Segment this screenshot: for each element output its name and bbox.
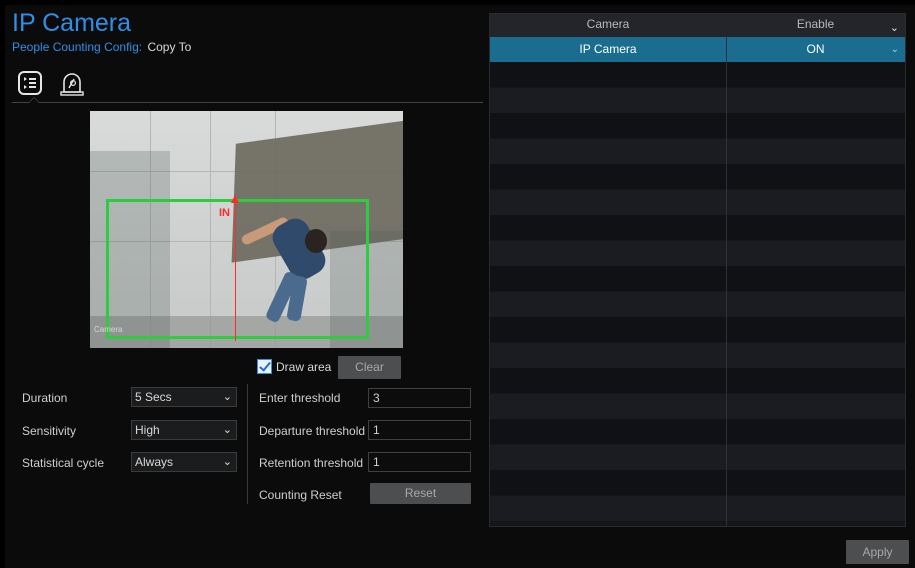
camera-table: Camera Enable ⌄ IP Camera ON ⌄	[489, 13, 906, 527]
empty-table-row	[490, 342, 905, 368]
row-enable-value: ON	[806, 42, 825, 56]
chevron-down-icon: ⌄	[222, 456, 232, 468]
direction-label: IN	[219, 207, 230, 219]
empty-table-row	[490, 266, 905, 291]
alarm-icon	[60, 73, 84, 96]
chevron-down-icon: ⌄	[889, 22, 899, 34]
counting-reset-label: Counting Reset	[259, 488, 342, 502]
list-config-icon	[18, 71, 42, 95]
empty-table-row	[490, 291, 905, 317]
settings-divider	[247, 384, 248, 504]
config-list-tab[interactable]	[17, 70, 43, 96]
chevron-down-icon: ⌄	[222, 424, 232, 436]
empty-table-row	[490, 113, 905, 138]
empty-table-row	[490, 138, 905, 164]
statistical-cycle-value: Always	[135, 455, 174, 469]
empty-table-row	[490, 317, 905, 342]
reset-button[interactable]: Reset	[370, 483, 471, 504]
column-divider	[726, 36, 727, 526]
page-subtitle: People Counting Config: Copy To	[12, 40, 191, 54]
sensitivity-label: Sensitivity	[22, 424, 77, 438]
empty-table-row	[490, 393, 905, 419]
detection-area[interactable]	[106, 199, 369, 339]
departure-threshold-label: Departure threshold	[259, 424, 366, 438]
empty-table-row	[490, 62, 905, 87]
sensitivity-select[interactable]: High ⌄	[131, 420, 237, 440]
chevron-down-icon: ⌄	[890, 44, 899, 55]
empty-table-row	[490, 444, 905, 470]
retention-threshold-input[interactable]: 1	[368, 452, 471, 472]
duration-value: 5 Secs	[135, 390, 172, 404]
empty-table-row	[490, 87, 905, 113]
empty-table-row	[490, 419, 905, 444]
empty-table-row	[490, 215, 905, 240]
page-title: IP Camera	[12, 9, 132, 37]
retention-threshold-label: Retention threshold	[259, 456, 364, 470]
chevron-down-icon: ⌄	[222, 391, 232, 403]
empty-table-row	[490, 495, 905, 521]
draw-area-label: Draw area	[276, 360, 332, 374]
enable-header-label: Enable	[796, 17, 835, 31]
duration-label: Duration	[22, 391, 68, 405]
sensitivity-value: High	[135, 423, 160, 437]
empty-table-row	[490, 240, 905, 266]
empty-table-row	[490, 189, 905, 215]
alarm-tab[interactable]	[58, 70, 84, 96]
row-camera-name: IP Camera	[579, 42, 637, 56]
draw-area-checkbox[interactable]	[257, 359, 272, 374]
copy-to-link[interactable]: Copy To	[147, 40, 191, 54]
statistical-cycle-select[interactable]: Always ⌄	[131, 452, 237, 472]
camera-stamp: Camera	[94, 325, 123, 334]
statistical-cycle-label: Statistical cycle	[22, 456, 105, 470]
apply-button[interactable]: Apply	[846, 540, 909, 564]
direction-line[interactable]	[235, 199, 236, 341]
clear-button[interactable]: Clear	[338, 356, 401, 379]
camera-preview[interactable]: IN Camera	[90, 111, 403, 348]
duration-select[interactable]: 5 Secs ⌄	[131, 387, 237, 407]
empty-table-row	[490, 470, 905, 495]
column-header-enable[interactable]: Enable ⌄	[726, 14, 905, 37]
row-enable-select[interactable]: ON ⌄	[726, 37, 905, 62]
empty-table-row	[490, 368, 905, 393]
config-name: People Counting Config:	[12, 40, 143, 54]
table-row[interactable]: IP Camera ON ⌄	[490, 37, 905, 62]
direction-arrow-icon	[231, 195, 239, 203]
enter-threshold-label: Enter threshold	[259, 391, 341, 405]
departure-threshold-input[interactable]: 1	[368, 420, 471, 440]
tab-divider	[12, 102, 483, 103]
enter-threshold-input[interactable]: 3	[368, 388, 471, 408]
column-header-camera: Camera	[586, 17, 630, 31]
active-tab-indicator	[28, 97, 40, 103]
table-header: Camera Enable ⌄	[490, 14, 905, 37]
empty-table-row	[490, 164, 905, 189]
